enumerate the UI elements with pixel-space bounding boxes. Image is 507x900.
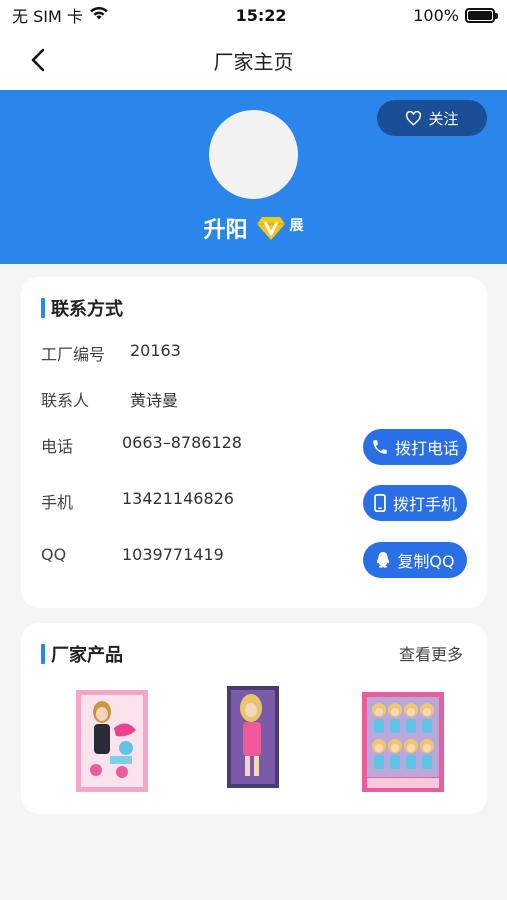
page-title: 厂家主页 bbox=[213, 49, 294, 74]
call-phone-button[interactable]: 拨打电话 bbox=[363, 429, 467, 465]
contact-person-value: 黄诗曼 bbox=[130, 391, 179, 410]
battery-icon bbox=[464, 7, 498, 23]
brand-name: 升阳 bbox=[203, 218, 248, 243]
view-more-link[interactable]: 查看更多 bbox=[399, 641, 463, 665]
contact-card: 联系方式 工厂编号 20163 联系人 黄诗曼 电话 0663–8786128 … bbox=[21, 277, 487, 608]
call-mobile-label: 拨打手机 bbox=[392, 495, 457, 514]
factory-header: 关注 升阳 展 bbox=[0, 90, 507, 264]
contact-person-label: 联系人 bbox=[41, 391, 90, 410]
qq-label: QQ bbox=[41, 545, 67, 564]
phone-label: 电话 bbox=[41, 437, 74, 456]
follow-button[interactable]: 关注 bbox=[377, 100, 487, 136]
avatar bbox=[209, 110, 298, 199]
title-accent-bar bbox=[41, 644, 45, 664]
contact-title-text: 联系方式 bbox=[51, 299, 123, 320]
product-thumbnail[interactable] bbox=[76, 690, 148, 792]
chevron-left-icon bbox=[31, 48, 45, 72]
phone-value: 0663–8786128 bbox=[122, 433, 242, 452]
call-phone-label: 拨打电话 bbox=[394, 439, 459, 458]
qq-value: 1039771419 bbox=[122, 545, 224, 564]
mobile-value: 13421146826 bbox=[122, 489, 234, 508]
copy-qq-label: 复制QQ bbox=[397, 552, 455, 571]
product-thumbnail[interactable] bbox=[362, 692, 444, 792]
nav-bar: 厂家主页 bbox=[0, 30, 507, 90]
qq-penguin-icon bbox=[377, 552, 390, 568]
status-left: 无 SIM 卡 bbox=[12, 3, 109, 27]
mobile-icon bbox=[374, 494, 386, 512]
battery-percent: 100% bbox=[413, 5, 459, 25]
brand-row: 升阳 展 bbox=[0, 210, 507, 246]
mobile-label: 手机 bbox=[41, 493, 74, 512]
exhibit-tag: 展 bbox=[289, 218, 304, 234]
phone-icon bbox=[373, 440, 387, 454]
copy-qq-button[interactable]: 复制QQ bbox=[363, 542, 467, 578]
call-mobile-button[interactable]: 拨打手机 bbox=[363, 485, 467, 521]
follow-label: 关注 bbox=[428, 109, 459, 128]
clock: 15:22 bbox=[235, 5, 287, 25]
back-button[interactable] bbox=[22, 44, 54, 76]
contact-section-title: 联系方式 bbox=[41, 295, 123, 321]
heart-icon bbox=[406, 110, 422, 125]
factory-no-label: 工厂编号 bbox=[41, 345, 106, 364]
status-right: 100% bbox=[413, 5, 498, 25]
status-bar: 无 SIM 卡 15:22 100% bbox=[0, 0, 507, 30]
wifi-icon bbox=[89, 5, 109, 25]
products-card: 厂家产品 查看更多 bbox=[21, 623, 487, 814]
factory-no-value: 20163 bbox=[130, 341, 181, 360]
products-section-title: 厂家产品 bbox=[41, 641, 123, 667]
vip-diamond-icon bbox=[256, 215, 286, 241]
products-title-text: 厂家产品 bbox=[51, 645, 123, 666]
title-accent-bar bbox=[41, 298, 45, 318]
product-thumbnail[interactable] bbox=[227, 686, 279, 788]
carrier-label: 无 SIM 卡 bbox=[12, 7, 83, 26]
